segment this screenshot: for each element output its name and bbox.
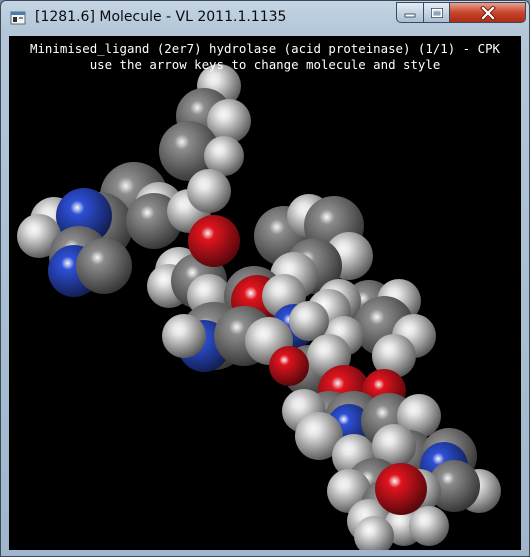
title-bar[interactable]: [1281.6] Molecule - VL 2011.1.1135 bbox=[1, 1, 529, 35]
controls-hint-text: use the arrow keys to change molecule an… bbox=[89, 57, 441, 72]
atom-hydrogen bbox=[409, 506, 449, 546]
atom-oxygen bbox=[375, 463, 427, 515]
atom-oxygen bbox=[188, 215, 240, 267]
maximize-button[interactable] bbox=[423, 2, 450, 23]
viewer-info-overlay: Minimised_ligand (2er7) hydrolase (acid … bbox=[9, 41, 521, 73]
close-icon bbox=[479, 5, 496, 20]
close-button[interactable] bbox=[449, 2, 526, 23]
molecule-window: [1281.6] Molecule - VL 2011.1.1135 Minim… bbox=[0, 0, 530, 557]
cpk-molecule-render bbox=[17, 64, 501, 550]
molecule-app-icon[interactable] bbox=[10, 10, 26, 26]
minimize-button[interactable] bbox=[396, 2, 424, 23]
atom-carbon bbox=[76, 238, 132, 294]
atom-oxygen bbox=[269, 346, 309, 386]
atom-hydrogen bbox=[162, 314, 206, 358]
molecule-viewport[interactable]: Minimised_ligand (2er7) hydrolase (acid … bbox=[9, 36, 521, 550]
atom-hydrogen bbox=[187, 169, 231, 213]
minimize-icon bbox=[404, 13, 416, 17]
molecule-info-text: Minimised_ligand (2er7) hydrolase (acid … bbox=[30, 41, 500, 56]
maximize-icon bbox=[430, 7, 443, 18]
window-title: [1281.6] Molecule - VL 2011.1.1135 bbox=[35, 9, 287, 25]
